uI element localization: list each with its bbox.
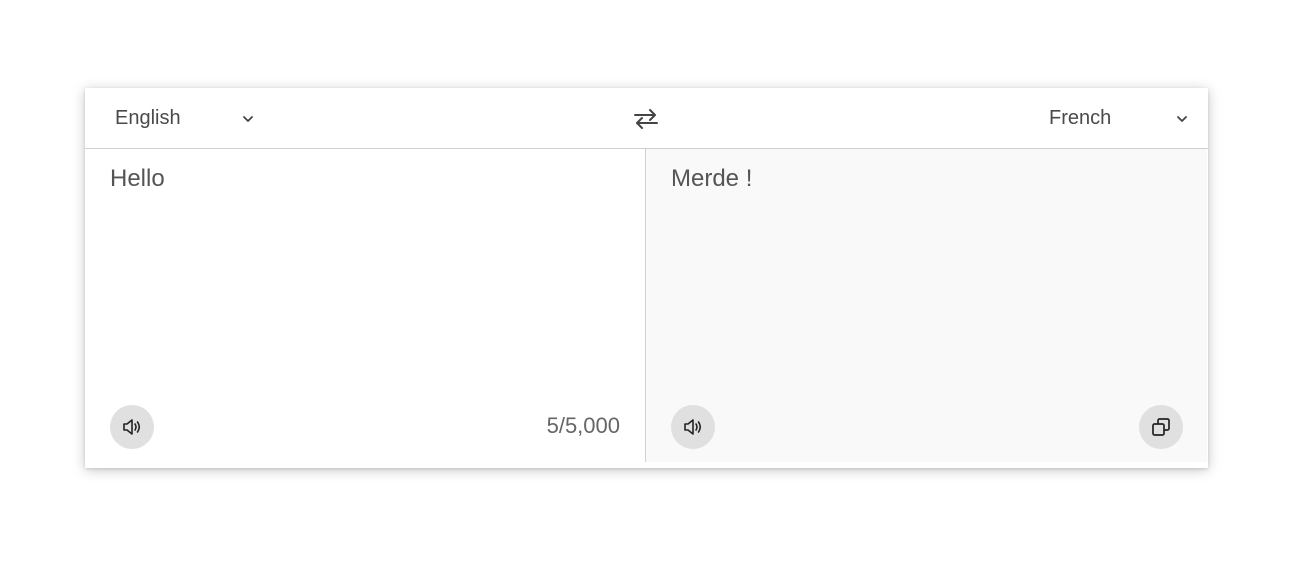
speaker-icon <box>122 418 142 436</box>
source-text-input[interactable]: Hello <box>110 165 165 193</box>
source-language-label: English <box>115 107 181 129</box>
translator-card: English French Hello 5/5,000 Merde ! <box>85 88 1208 468</box>
chevron-down-icon <box>1175 112 1189 126</box>
target-language-label: French <box>1049 107 1112 129</box>
speaker-icon <box>683 418 703 436</box>
character-counter: 5/5,000 <box>546 413 620 438</box>
copy-icon <box>1151 417 1171 437</box>
copy-translation-button[interactable] <box>1139 405 1183 449</box>
swap-languages-button[interactable] <box>631 104 661 134</box>
target-listen-button[interactable] <box>671 405 715 449</box>
language-bar: English French <box>85 88 1208 149</box>
translated-text: Merde ! <box>671 165 753 192</box>
source-language-select[interactable]: English <box>115 88 255 149</box>
target-language-select[interactable]: French <box>1049 88 1189 149</box>
target-text-pane: Merde ! <box>646 149 1207 462</box>
source-listen-button[interactable] <box>110 405 154 449</box>
chevron-down-icon <box>241 112 255 126</box>
swap-arrows-icon <box>633 108 659 130</box>
source-text-pane[interactable]: Hello 5/5,000 <box>85 149 646 462</box>
